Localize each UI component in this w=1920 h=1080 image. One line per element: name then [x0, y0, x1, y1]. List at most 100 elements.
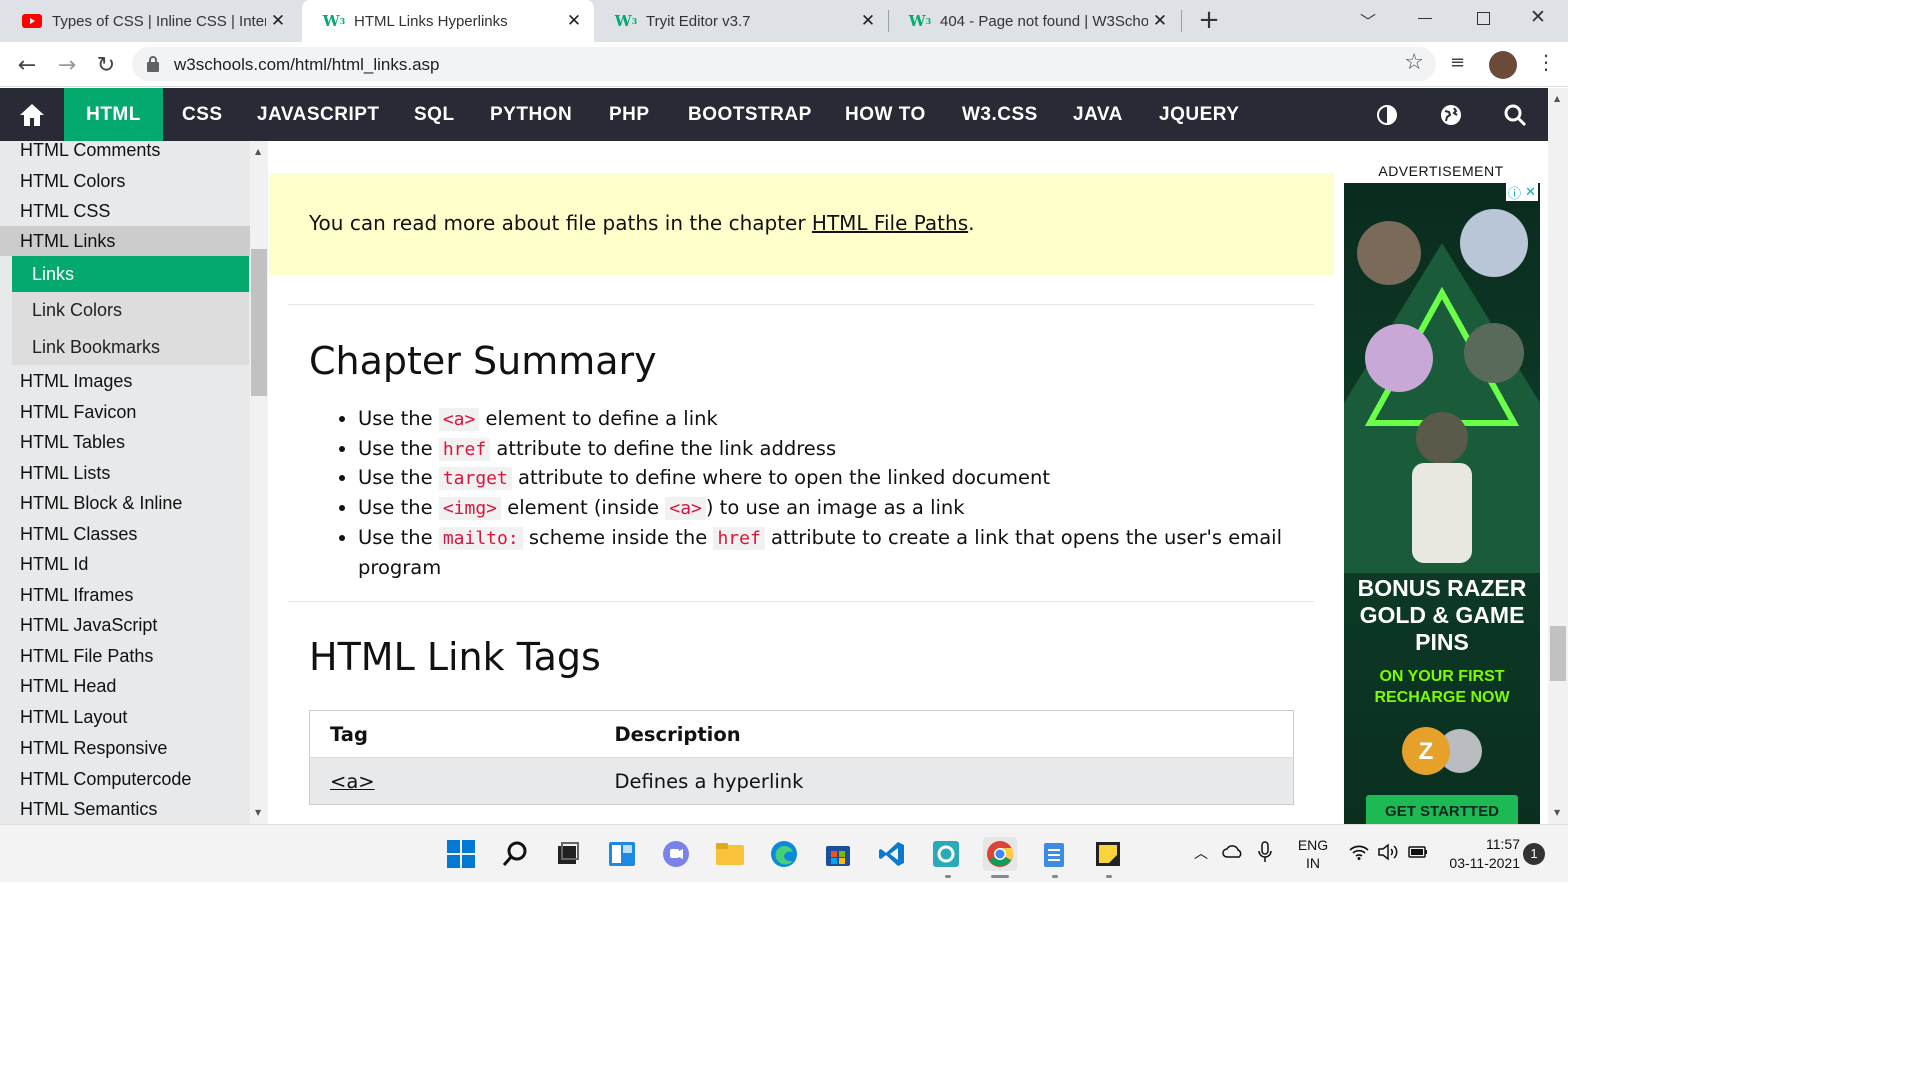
back-arrow-icon[interactable]: ←: [12, 50, 42, 80]
html-file-paths-link[interactable]: HTML File Paths: [812, 211, 968, 235]
windows-taskbar: ︿ ENG IN 11:57 03-11-2021 1: [0, 824, 1568, 882]
nav-w3css[interactable]: W3.CSS: [962, 88, 1038, 141]
page-scrollbar[interactable]: ▲ ▼: [1548, 88, 1568, 824]
file-explorer-icon[interactable]: [713, 837, 747, 871]
edge-browser-icon[interactable]: [767, 837, 801, 871]
nav-sql[interactable]: SQL: [414, 88, 455, 141]
sidebar-item[interactable]: HTML Favicon: [0, 402, 250, 423]
wifi-icon[interactable]: [1349, 844, 1369, 863]
browser-tab[interactable]: W3 Tryit Editor v3.7 ✕: [594, 0, 888, 42]
table-row: <a> Defines a hyperlink: [309, 757, 1294, 805]
close-tab-icon[interactable]: ✕: [1148, 9, 1172, 33]
sidebar-item[interactable]: HTML Images: [0, 371, 250, 392]
nav-how-to[interactable]: HOW TO: [845, 88, 926, 141]
dark-mode-contrast-icon[interactable]: [1367, 88, 1407, 141]
globe-icon[interactable]: [1431, 88, 1471, 141]
summary-text: Use the: [358, 407, 439, 430]
sidebar-item[interactable]: HTML JavaScript: [0, 615, 250, 636]
sidebar-subitem-link-colors[interactable]: Link Colors: [12, 292, 249, 329]
nav-bootstrap[interactable]: BOOTSTRAP: [688, 88, 812, 141]
close-window-icon[interactable]: ✕: [1530, 6, 1550, 30]
language-indicator[interactable]: ENG IN: [1296, 836, 1330, 872]
sidebar-item[interactable]: HTML Computercode: [0, 769, 250, 790]
sidebar-item[interactable]: HTML Id: [0, 554, 250, 575]
sidebar-item[interactable]: HTML Lists: [0, 463, 250, 484]
browser-tab[interactable]: W3 404 - Page not found | W3School ✕: [888, 0, 1180, 42]
page-scrollbar-thumb[interactable]: [1550, 626, 1566, 681]
sidebar-item-html-css[interactable]: HTML CSS: [0, 201, 250, 222]
ad-cta-button[interactable]: GET STARTTED: [1366, 795, 1518, 824]
list-item: Use the href attribute to define the lin…: [358, 435, 1318, 465]
sidebar-subitem-links-active[interactable]: Links: [12, 256, 249, 292]
nav-css[interactable]: CSS: [182, 88, 223, 141]
sidebar-item[interactable]: HTML Layout: [0, 707, 250, 728]
sticky-notes-icon[interactable]: [1091, 837, 1125, 871]
nav-html[interactable]: HTML: [64, 88, 163, 141]
taskbar-search-icon[interactable]: [498, 837, 532, 871]
sidebar-item[interactable]: HTML Head: [0, 676, 250, 697]
battery-icon[interactable]: [1407, 843, 1429, 864]
bookmark-star-icon[interactable]: ☆: [1404, 50, 1424, 75]
notification-badge[interactable]: 1: [1523, 843, 1545, 865]
browser-tab[interactable]: Types of CSS | Inline CSS | Interna ✕: [0, 0, 298, 42]
sidebar-item[interactable]: HTML Semantics: [0, 799, 250, 820]
onedrive-cloud-icon[interactable]: [1222, 844, 1244, 861]
sidebar-item-html-links[interactable]: HTML Links: [0, 226, 250, 256]
teams-chat-icon[interactable]: [659, 837, 693, 871]
region-code: IN: [1306, 855, 1320, 871]
sidebar-item[interactable]: HTML Responsive: [0, 738, 250, 759]
nav-jquery[interactable]: JQUERY: [1159, 88, 1239, 141]
nav-python[interactable]: PYTHON: [490, 88, 572, 141]
ad-choices-icon[interactable]: ⓘ ✕: [1506, 183, 1538, 202]
sidebar-item[interactable]: HTML Tables: [0, 432, 250, 453]
sidebar-item-html-comments[interactable]: HTML Comments: [0, 141, 250, 161]
new-tab-plus-icon[interactable]: +: [1196, 7, 1222, 34]
microphone-icon[interactable]: [1258, 841, 1272, 866]
tab-search-chevron-down-icon[interactable]: ﹀: [1360, 8, 1384, 32]
reload-icon[interactable]: ↻: [91, 50, 121, 80]
sidebar-item[interactable]: HTML Iframes: [0, 585, 250, 606]
restore-icon[interactable]: [1477, 12, 1490, 25]
app-icon[interactable]: [929, 837, 963, 871]
nav-java[interactable]: JAVA: [1073, 88, 1123, 141]
profile-avatar[interactable]: [1489, 51, 1517, 79]
nav-javascript[interactable]: JAVASCRIPT: [257, 88, 380, 141]
more-menu-icon[interactable]: ⋮: [1536, 50, 1556, 78]
address-bar[interactable]: w3schools.com/html/html_links.asp ☆: [132, 47, 1436, 81]
search-icon[interactable]: [1495, 88, 1535, 141]
list-item: Use the <img> element (inside <a>) to us…: [358, 494, 1318, 524]
close-tab-icon[interactable]: ✕: [856, 9, 880, 33]
sidebar-scrollbar[interactable]: ▲ ▼: [250, 141, 268, 824]
sidebar-scrollbar-thumb[interactable]: [251, 249, 267, 396]
notepad-icon[interactable]: [1037, 837, 1071, 871]
vscode-icon[interactable]: [875, 837, 909, 871]
tag-a-link[interactable]: <a>: [330, 770, 375, 793]
sidebar-subitem-link-bookmarks[interactable]: Link Bookmarks: [12, 329, 249, 365]
reading-list-icon[interactable]: ≡: [1450, 52, 1474, 76]
scroll-down-arrow-icon[interactable]: ▼: [1554, 808, 1560, 817]
minimize-icon[interactable]: [1418, 18, 1432, 19]
sidebar-item-html-colors[interactable]: HTML Colors: [0, 171, 250, 192]
show-hidden-icons-chevron-icon[interactable]: ︿: [1194, 843, 1208, 863]
sidebar-item[interactable]: HTML File Paths: [0, 646, 250, 667]
browser-tab-active[interactable]: W3 HTML Links Hyperlinks ✕: [302, 0, 594, 42]
nav-php[interactable]: PHP: [609, 88, 650, 141]
scroll-up-arrow-icon[interactable]: ▲: [1554, 94, 1560, 103]
table-header: Description: [594, 710, 1294, 758]
windows-start-icon[interactable]: [444, 837, 478, 871]
widgets-icon[interactable]: [605, 837, 639, 871]
sidebar-item[interactable]: HTML Block & Inline: [0, 493, 250, 514]
sidebar-item[interactable]: HTML Classes: [0, 524, 250, 545]
close-tab-icon[interactable]: ✕: [562, 9, 586, 33]
scroll-down-arrow-icon[interactable]: ▼: [255, 808, 261, 817]
forward-arrow-icon[interactable]: →: [52, 50, 82, 80]
home-icon[interactable]: [12, 88, 52, 141]
task-view-icon[interactable]: [551, 837, 585, 871]
volume-icon[interactable]: [1377, 843, 1399, 864]
close-tab-icon[interactable]: ✕: [266, 9, 290, 33]
chrome-icon[interactable]: [983, 837, 1017, 871]
ad-banner[interactable]: ⓘ ✕ BONUS RAZER GOLD & GAME PINS ON YOUR …: [1344, 183, 1540, 824]
scroll-up-arrow-icon[interactable]: ▲: [255, 147, 261, 156]
clock[interactable]: 11:57 03-11-2021: [1444, 835, 1520, 873]
microsoft-store-icon[interactable]: [821, 837, 855, 871]
